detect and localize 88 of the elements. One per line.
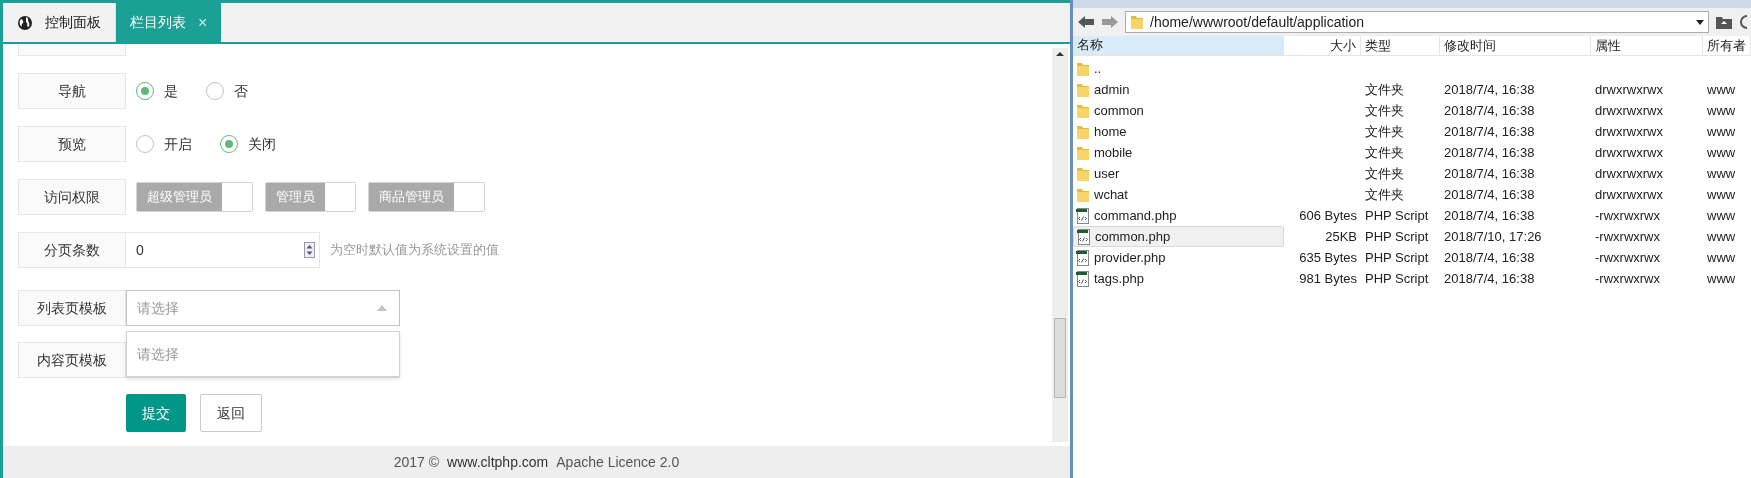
file-row[interactable]: common.php 25KB PHP Script 2018/7/10, 17:26 -rwxrwxrwx www xyxy=(1073,226,1751,247)
column-header[interactable]: 修改时间 xyxy=(1440,36,1591,55)
modified-time: 2018/7/4, 16:38 xyxy=(1444,144,1535,160)
file-attributes: drwxrwxrwx xyxy=(1595,144,1663,160)
modified-time: 2018/7/4, 16:38 xyxy=(1444,123,1535,139)
file-owner: www xyxy=(1707,270,1736,286)
file-row[interactable]: .. xyxy=(1073,58,1751,79)
file-row[interactable]: home 文件夹 2018/7/4, 16:38 drwxrwxrwx www xyxy=(1073,121,1751,142)
radio-label: 关闭 xyxy=(248,134,276,154)
file-type: 文件夹 xyxy=(1365,186,1404,202)
file-type: 文件夹 xyxy=(1365,81,1404,97)
file-attributes: drwxrwxrwx xyxy=(1595,165,1663,181)
file-name: provider.php xyxy=(1094,248,1166,267)
modified-time: 2018/7/4, 16:38 xyxy=(1444,249,1535,265)
file-attributes: -rwxrwxrwx xyxy=(1595,270,1660,286)
radio-label: 否 xyxy=(234,81,248,101)
number-field[interactable]: 0 xyxy=(126,232,320,268)
radio-label: 是 xyxy=(164,81,178,101)
modified-time: 2018/7/4, 16:38 xyxy=(1444,270,1535,286)
file-attributes: -rwxrwxrwx xyxy=(1595,228,1660,244)
file-type: 文件夹 xyxy=(1365,165,1404,181)
column-header[interactable]: 类型 xyxy=(1361,36,1440,55)
field-label: 内容页模板 xyxy=(18,342,126,378)
file-owner: www xyxy=(1707,81,1736,97)
field-label: 列表页模板 xyxy=(18,290,126,326)
file-owner: www xyxy=(1707,165,1736,181)
file-row[interactable]: wchat 文件夹 2018/7/4, 16:38 drwxrwxrwx www xyxy=(1073,184,1751,205)
field-label: 分页条数 xyxy=(18,232,126,268)
file-row[interactable]: admin 文件夹 2018/7/4, 16:38 drwxrwxrwx www xyxy=(1073,79,1751,100)
file-name: mobile xyxy=(1094,143,1133,162)
back-button[interactable]: 返回 xyxy=(200,394,262,432)
footer: 2017 © www.cltphp.com Apache Licence 2.0 xyxy=(3,446,1070,478)
file-type: 文件夹 xyxy=(1365,102,1404,118)
field-label: 访问权限 xyxy=(18,179,126,215)
file-owner: www xyxy=(1707,228,1736,244)
file-name: command.php xyxy=(1094,206,1177,225)
file-attributes: -rwxrwxrwx xyxy=(1595,207,1660,223)
file-attributes: -rwxrwxrwx xyxy=(1595,249,1660,265)
column-header[interactable]: 所有者 xyxy=(1703,36,1751,55)
file-owner: www xyxy=(1707,123,1736,139)
file-type: 文件夹 xyxy=(1365,123,1404,139)
file-row[interactable]: user 文件夹 2018/7/4, 16:38 drwxrwxrwx www xyxy=(1073,163,1751,184)
modified-time: 2018/7/4, 16:38 xyxy=(1444,207,1535,223)
hint-text: 为空时默认值为系统设置的值 xyxy=(330,241,499,260)
radio-label: 开启 xyxy=(164,134,192,154)
modified-time: 2018/7/4, 16:38 xyxy=(1444,81,1535,97)
file-name: common xyxy=(1094,101,1144,120)
column-header[interactable]: 名称 xyxy=(1073,36,1284,55)
modified-time: 2018/7/10, 17:26 xyxy=(1444,228,1542,244)
file-owner: www xyxy=(1707,144,1736,160)
field-label: 导航 xyxy=(18,73,126,109)
modified-time: 2018/7/4, 16:38 xyxy=(1444,102,1535,118)
file-type: PHP Script xyxy=(1365,207,1429,223)
file-attributes: drwxrwxrwx xyxy=(1595,102,1663,118)
file-attributes: drwxrwxrwx xyxy=(1595,81,1663,97)
file-owner: www xyxy=(1707,207,1736,223)
column-header[interactable]: 大小 xyxy=(1284,36,1361,55)
file-row[interactable]: mobile 文件夹 2018/7/4, 16:38 drwxrwxrwx www xyxy=(1073,142,1751,163)
file-owner: www xyxy=(1707,249,1736,265)
file-row[interactable]: command.php 606 Bytes PHP Script 2018/7/4, 16:38 -rwxrwxrwx www xyxy=(1073,205,1751,226)
file-owner: www xyxy=(1707,186,1736,202)
field-label: 预览 xyxy=(18,126,126,162)
file-row[interactable]: common 文件夹 2018/7/4, 16:38 drwxrwxrwx www xyxy=(1073,100,1751,121)
file-row[interactable]: tags.php 981 Bytes PHP Script 2018/7/4, 16:38 -rwxrwxrwx www xyxy=(1073,268,1751,289)
file-size: 25KB xyxy=(1325,228,1357,244)
file-attributes: drwxrwxrwx xyxy=(1595,123,1663,139)
file-size: 606 Bytes xyxy=(1299,207,1357,223)
file-owner: www xyxy=(1707,102,1736,118)
file-type: PHP Script xyxy=(1365,228,1429,244)
file-name: .. xyxy=(1094,59,1102,78)
file-attributes: drwxrwxrwx xyxy=(1595,186,1663,202)
file-name: common.php xyxy=(1095,227,1171,246)
file-type: PHP Script xyxy=(1365,249,1429,265)
file-name: wchat xyxy=(1094,185,1128,204)
modified-time: 2018/7/4, 16:38 xyxy=(1444,186,1535,202)
file-name: admin xyxy=(1094,80,1130,99)
file-type: 文件夹 xyxy=(1365,144,1404,160)
file-name: user xyxy=(1094,164,1120,183)
file-size: 635 Bytes xyxy=(1299,249,1357,265)
path-field[interactable]: /home/wwwroot/default/application xyxy=(1125,11,1709,33)
file-row[interactable]: provider.php 635 Bytes PHP Script 2018/7/4, 16:38 -rwxrwxrwx www xyxy=(1073,247,1751,268)
file-size: 981 Bytes xyxy=(1299,270,1357,286)
file-name: home xyxy=(1094,122,1127,141)
file-type: PHP Script xyxy=(1365,270,1429,286)
file-name: tags.php xyxy=(1094,269,1144,288)
modified-time: 2018/7/4, 16:38 xyxy=(1444,165,1535,181)
submit-button[interactable]: 提交 xyxy=(126,394,186,432)
column-header[interactable]: 属性 xyxy=(1591,36,1703,55)
